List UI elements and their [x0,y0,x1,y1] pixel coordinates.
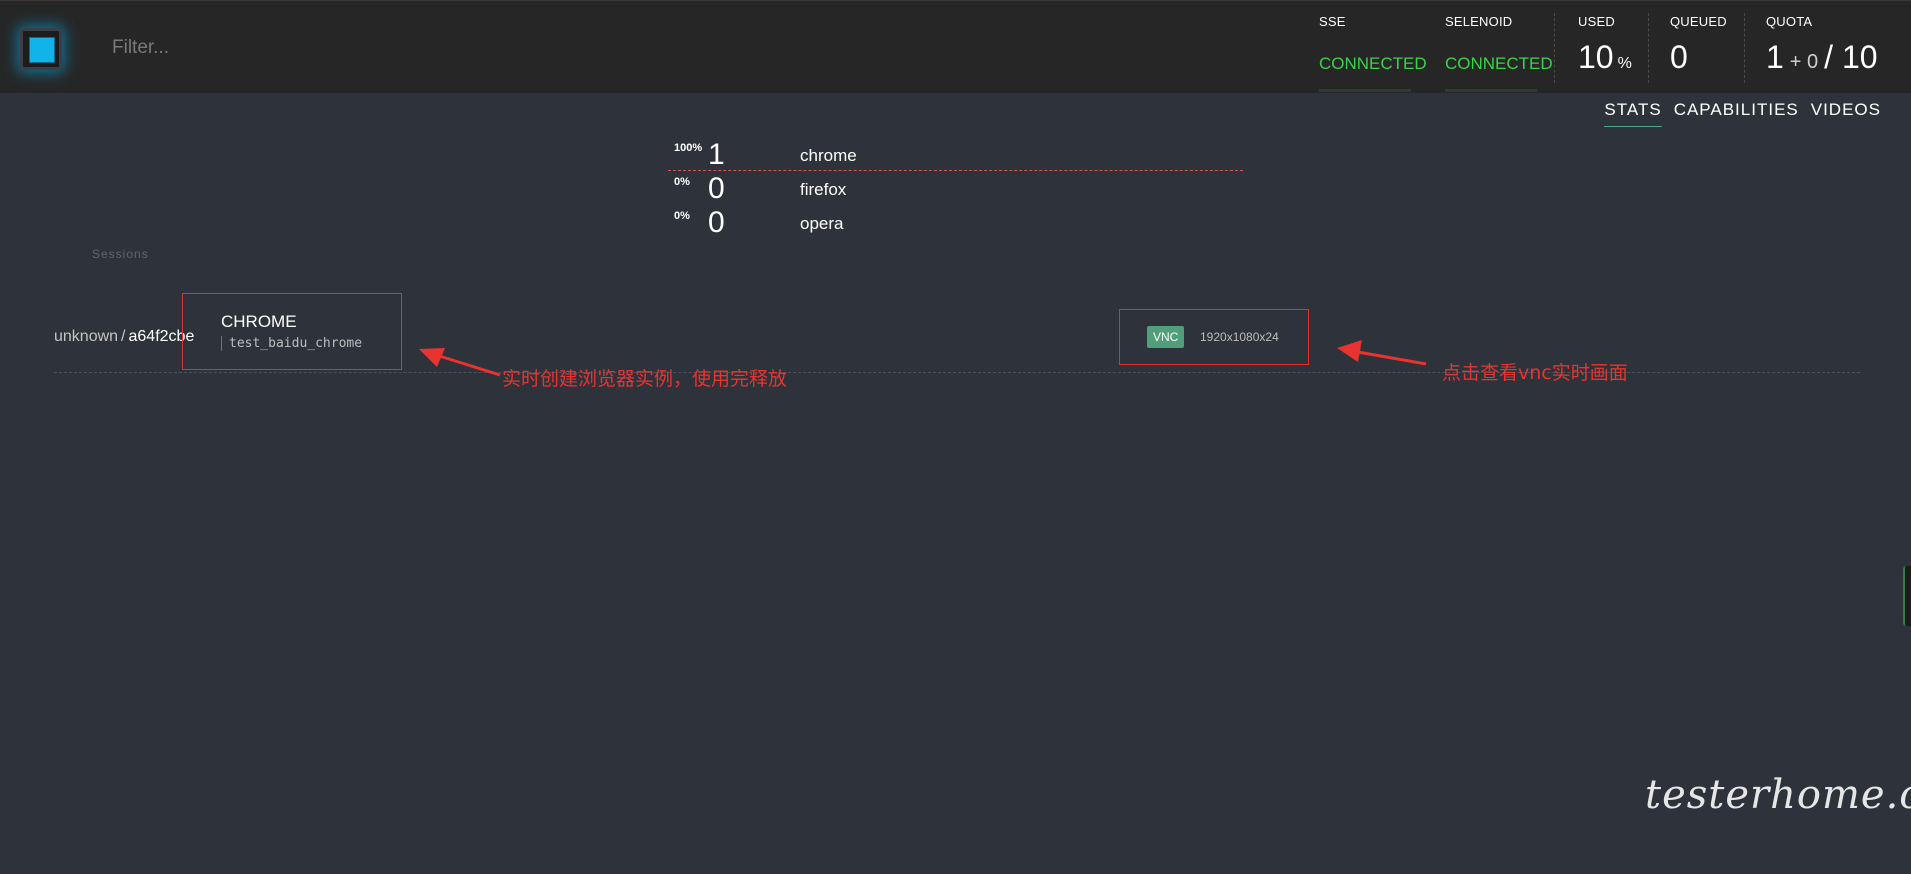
browser-count: 0 [708,172,725,205]
browser-percent: 0% [674,176,690,188]
view-tabs: STATS CAPABILITIES VIDEOS [1604,100,1881,127]
quota-label: QUOTA [1766,14,1813,29]
browser-count: 1 [708,138,725,171]
browser-name: firefox [800,180,847,199]
browser-stat-chrome: 100% 1 chrome [668,136,1243,171]
sse-label: SSE [1319,14,1346,29]
session-test-name: test_baidu_chrome [221,336,362,351]
tab-stats[interactable]: STATS [1604,100,1662,127]
vnc-button[interactable]: VNC [1147,326,1185,348]
browser-percent: 0% [674,210,690,222]
annotation-arrow-icon [419,348,501,377]
browser-name: chrome [800,146,857,165]
browser-stat-firefox: 0% 0 firefox [668,170,1243,205]
annotation-right: 点击查看vnc实时画面 [1442,362,1628,384]
tab-capabilities[interactable]: CAPABILITIES [1674,100,1799,127]
annotation-left: 实时创建浏览器实例，使用完释放 [502,368,788,390]
selenoid-indicator-line [1445,89,1537,92]
tab-videos[interactable]: VIDEOS [1811,100,1881,127]
annotation-arrow-icon [1337,340,1427,366]
browser-percent: 100% [674,142,703,154]
used-label: USED [1578,14,1615,29]
vnc-highlight-box: VNC 1920x1080x24 [1119,309,1309,365]
session-capability: CHROME [221,312,297,331]
watermark-logo: testerhome.com [1645,772,1911,818]
queued-label: QUEUED [1670,14,1727,29]
top-bar: SSE CONNECTED SELENOID CONNECTED USED 10… [0,0,1911,93]
session-resolution: 1920x1080x24 [1200,330,1279,344]
divider [1554,13,1555,83]
filter-input[interactable] [110,35,514,61]
divider [1648,13,1649,83]
capability-highlight-box: CHROME test_baidu_chrome [182,293,402,370]
divider [1744,13,1745,83]
sessions-heading: Sessions [92,247,149,261]
quota-value: 1 + 0/ 10 [1766,39,1878,75]
used-value: 10% [1578,39,1632,75]
selenoid-status: CONNECTED [1445,54,1553,73]
sse-status: CONNECTED [1319,54,1427,73]
sse-indicator-line [1319,89,1411,92]
queued-value: 0 [1670,39,1688,75]
scrollbar-handle[interactable] [1903,566,1911,626]
session-id[interactable]: unknown / a64f2cbe [54,328,194,346]
selenoid-label: SELENOID [1445,14,1513,29]
browser-name: opera [800,214,844,233]
selenoid-logo-icon[interactable] [20,28,62,70]
browser-stat-opera: 0% 0 opera [668,204,1243,239]
browser-count: 0 [708,206,725,239]
